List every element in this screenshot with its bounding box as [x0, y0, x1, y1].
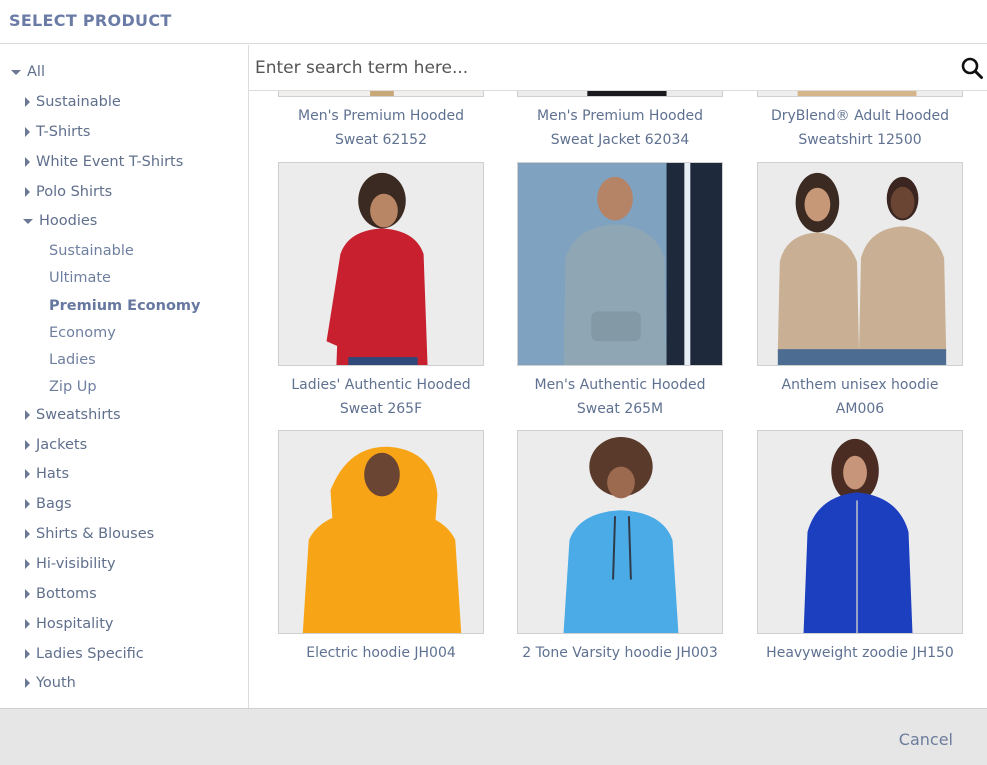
chevron-right-icon [25, 678, 30, 688]
tree-subitem-sustainable[interactable]: Sustainable [49, 243, 134, 259]
tree-item-label: T-Shirts [36, 124, 91, 140]
search-input[interactable] [255, 53, 945, 83]
product-name: Electric hoodie JH004 [306, 645, 456, 661]
chevron-right-icon [25, 187, 30, 197]
tree-item-label: Ladies [49, 352, 96, 368]
tree-item-bags[interactable]: Bags [25, 496, 72, 512]
chevron-right-icon [25, 127, 30, 137]
product-card[interactable]: Electric hoodie JH004 [278, 430, 484, 665]
search-bar [249, 45, 987, 91]
tree-item-label: Sustainable [36, 94, 121, 110]
tree-item-sustainable[interactable]: Sustainable [25, 94, 121, 110]
tree-item-label: Ultimate [49, 270, 111, 286]
product-card[interactable]: DryBlend® Adult Hooded Sweatshirt 12500 [757, 91, 963, 152]
category-tree: All Sustainable T-Shirts White Event T-S… [0, 45, 249, 708]
tree-item-polo-shirts[interactable]: Polo Shirts [25, 184, 112, 200]
chevron-right-icon [25, 440, 30, 450]
product-name: 2 Tone Varsity hoodie JH003 [522, 645, 718, 661]
tree-item-label: Ladies Specific [36, 646, 144, 662]
chevron-right-icon [25, 157, 30, 167]
tree-subitem-zip-up[interactable]: Zip Up [49, 379, 97, 395]
product-card[interactable]: Men's Premium Hooded Sweat 62152 [278, 91, 484, 152]
chevron-down-icon [23, 218, 33, 224]
tree-item-bottoms[interactable]: Bottoms [25, 586, 97, 602]
product-card[interactable]: Heavyweight zoodie JH150 [757, 430, 963, 665]
chevron-right-icon [25, 97, 30, 107]
chevron-right-icon [25, 469, 30, 479]
dialog-header: SELECT PRODUCT [0, 0, 987, 44]
chevron-down-icon [11, 69, 21, 75]
tree-item-white-event-t-shirts[interactable]: White Event T-Shirts [25, 154, 183, 170]
product-image [278, 162, 484, 366]
product-name: Anthem unisex hoodie AM006 [781, 377, 939, 417]
product-grid: Men's Premium Hooded Sweat 62152 Men's Pr… [249, 91, 987, 708]
tree-item-hi-visibility[interactable]: Hi-visibility [25, 556, 116, 572]
tree-item-youth[interactable]: Youth [25, 675, 76, 691]
tree-item-all[interactable]: All [11, 64, 45, 80]
tree-item-label: Economy [49, 325, 116, 341]
hoodie-illustration [279, 163, 483, 365]
tree-item-label: Zip Up [49, 379, 97, 395]
dialog-footer: Cancel [0, 708, 987, 765]
tree-item-sweatshirts[interactable]: Sweatshirts [25, 407, 121, 423]
product-name: DryBlend® Adult Hooded Sweatshirt 12500 [770, 108, 950, 148]
tree-item-label: White Event T-Shirts [36, 154, 184, 170]
tree-item-label: Sustainable [49, 243, 134, 259]
tree-item-label: All [27, 64, 45, 80]
product-card[interactable]: Men's Premium Hooded Sweat Jacket 62034 [517, 91, 723, 152]
tree-item-label: Hi-visibility [36, 556, 116, 572]
product-card[interactable]: Ladies' Authentic Hooded Sweat 265F [278, 162, 484, 421]
tree-item-t-shirts[interactable]: T-Shirts [25, 124, 90, 140]
tree-item-hospitality[interactable]: Hospitality [25, 616, 113, 632]
product-image [757, 430, 963, 634]
tree-subitem-premium-economy[interactable]: Premium Economy [49, 298, 200, 314]
product-image [757, 162, 963, 366]
tree-item-label: Bags [36, 496, 72, 512]
chevron-right-icon [25, 499, 30, 509]
product-image [278, 430, 484, 634]
product-name: Men's Premium Hooded Sweat 62152 [298, 108, 464, 148]
tree-subitem-ladies[interactable]: Ladies [49, 352, 96, 368]
product-card[interactable]: Anthem unisex hoodie AM006 [757, 162, 963, 421]
tree-item-shirts-blouses[interactable]: Shirts & Blouses [25, 526, 154, 542]
chevron-right-icon [25, 529, 30, 539]
tree-item-ladies-specific[interactable]: Ladies Specific [25, 646, 144, 662]
product-image [517, 430, 723, 634]
tree-item-jackets[interactable]: Jackets [25, 437, 87, 453]
tree-item-hats[interactable]: Hats [25, 466, 69, 482]
tree-item-label: Premium Economy [49, 298, 201, 314]
tree-item-label: Polo Shirts [36, 184, 113, 200]
product-image [757, 91, 963, 97]
chevron-right-icon [25, 589, 30, 599]
dialog-title: SELECT PRODUCT [9, 11, 172, 30]
chevron-right-icon [25, 649, 30, 659]
tree-item-label: Hoodies [39, 213, 98, 229]
product-image [517, 162, 723, 366]
tree-item-label: Bottoms [36, 586, 97, 602]
tree-item-label: Youth [36, 675, 76, 691]
tree-item-label: Jackets [36, 437, 88, 453]
tree-subitem-economy[interactable]: Economy [49, 325, 116, 341]
product-image [517, 91, 723, 97]
product-card[interactable]: Men's Authentic Hooded Sweat 265M [517, 162, 723, 421]
chevron-right-icon [25, 619, 30, 629]
product-name: Men's Authentic Hooded Sweat 265M [534, 377, 706, 417]
search-icon[interactable] [960, 56, 984, 80]
tree-item-label: Shirts & Blouses [36, 526, 155, 542]
product-name: Ladies' Authentic Hooded Sweat 265F [291, 377, 471, 417]
product-card[interactable]: 2 Tone Varsity hoodie JH003 [517, 430, 723, 665]
cancel-button[interactable]: Cancel [899, 730, 953, 749]
tree-item-label: Hats [36, 466, 70, 482]
product-image [278, 91, 484, 97]
tree-item-label: Sweatshirts [36, 407, 121, 423]
tree-item-label: Hospitality [36, 616, 114, 632]
chevron-right-icon [25, 410, 30, 420]
product-name: Heavyweight zoodie JH150 [766, 645, 954, 661]
tree-item-hoodies[interactable]: Hoodies [23, 213, 97, 229]
product-name: Men's Premium Hooded Sweat Jacket 62034 [537, 108, 703, 148]
chevron-right-icon [25, 559, 30, 569]
tree-subitem-ultimate[interactable]: Ultimate [49, 270, 111, 286]
